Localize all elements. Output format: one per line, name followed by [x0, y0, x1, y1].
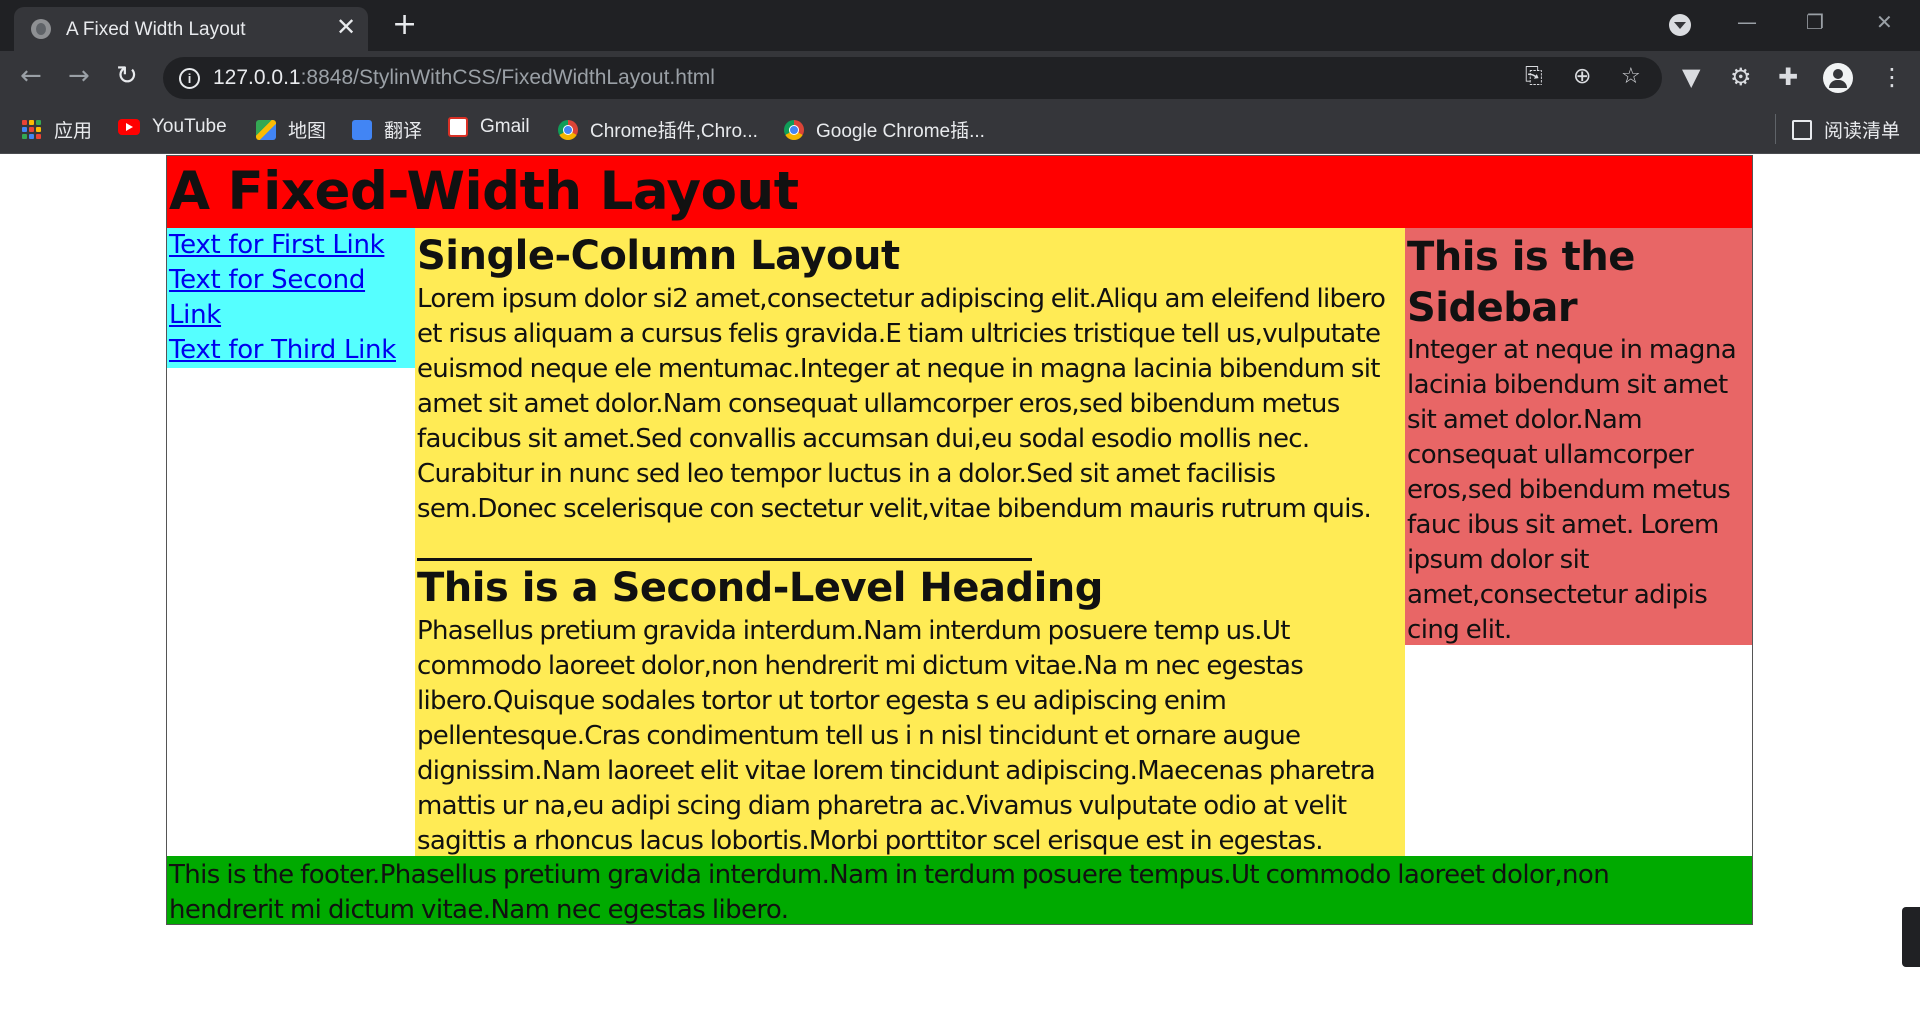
globe-icon: [31, 19, 51, 39]
main-content: Single-Column Layout Lorem ipsum dolor s…: [415, 228, 1405, 856]
bookmark-apps[interactable]: 应用: [22, 116, 92, 142]
tab-strip: A Fixed Width Layout ✕ + — ❐ ✕: [0, 0, 1920, 51]
vuetify-extension-icon[interactable]: ▼: [1682, 64, 1700, 90]
puzzle-extensions-icon[interactable]: ✚: [1778, 64, 1798, 90]
bookmark-chrome-plugins[interactable]: Chrome插件,Chro...: [558, 116, 758, 142]
sidebar: This is the Sidebar Integer at neque in …: [1405, 228, 1752, 645]
second-level-heading: This is a Second-Level Heading: [417, 565, 1103, 611]
nav-link-second[interactable]: Text for Second Link: [167, 263, 415, 333]
tab-title: A Fixed Width Layout: [66, 19, 246, 40]
gmail-icon: [448, 117, 468, 137]
bookmark-maps[interactable]: 地图: [256, 116, 326, 142]
site-info-icon[interactable]: i: [179, 68, 200, 89]
zoom-icon[interactable]: ⊕: [1573, 65, 1591, 89]
close-window-icon[interactable]: ✕: [1876, 12, 1893, 32]
apps-icon: [22, 119, 42, 140]
page-title: A Fixed-Width Layout: [169, 161, 799, 222]
kebab-menu-icon[interactable]: ⋮: [1880, 64, 1904, 90]
maps-icon: [256, 119, 276, 140]
tab-active[interactable]: A Fixed Width Layout ✕: [14, 7, 368, 51]
translate-icon: [352, 119, 372, 140]
nav-column: Text for First Link Text for Second Link…: [167, 228, 415, 368]
bookmark-star-icon[interactable]: ☆: [1621, 65, 1641, 89]
reading-list-button[interactable]: 阅读清单: [1792, 116, 1900, 143]
restore-icon[interactable]: ❐: [1806, 12, 1824, 32]
bookmark-google-chrome[interactable]: Google Chrome插...: [784, 116, 985, 142]
footer-text: This is the footer.Phasellus pretium gra…: [169, 860, 1610, 925]
browser-toolbar: ← → ↻ i 127.0.0.1:8848/StylinWithCSS/Fix…: [0, 51, 1920, 106]
bookmark-gmail[interactable]: Gmail: [448, 116, 530, 142]
close-tab-icon[interactable]: ✕: [336, 15, 356, 39]
youtube-icon: [118, 119, 140, 135]
content-heading: Single-Column Layout: [417, 233, 900, 279]
reading-list-icon: [1792, 119, 1812, 140]
page-wrapper: A Fixed-Width Layout Text for First Link…: [166, 155, 1753, 925]
chrome-icon: [784, 119, 804, 140]
translate-page-icon[interactable]: ⎘: [1525, 65, 1543, 89]
chrome-icon: [558, 119, 578, 140]
nav-link-first[interactable]: Text for First Link: [167, 228, 415, 263]
content-paragraph-2: Phasellus pretium gravida interdum.Nam i…: [417, 616, 1376, 856]
heading-divider: [417, 558, 1032, 561]
bookmark-youtube[interactable]: YouTube: [118, 116, 227, 142]
url-text[interactable]: 127.0.0.1:8848/StylinWithCSS/FixedWidthL…: [213, 66, 715, 90]
back-icon[interactable]: ←: [20, 63, 42, 89]
divider: [1775, 114, 1776, 144]
minimize-icon[interactable]: —: [1737, 12, 1757, 32]
bookmark-translate[interactable]: 翻译: [352, 116, 422, 142]
footer: This is the footer.Phasellus pretium gra…: [167, 856, 1752, 925]
forward-icon[interactable]: →: [68, 63, 90, 89]
address-bar[interactable]: i 127.0.0.1:8848/StylinWithCSS/FixedWidt…: [163, 57, 1662, 99]
content-paragraph-1: Lorem ipsum dolor si2 amet,consectetur a…: [417, 284, 1386, 524]
gear-extension-icon[interactable]: ⚙: [1730, 64, 1752, 90]
site-header: A Fixed-Width Layout: [167, 156, 1752, 228]
tab-search-icon[interactable]: [1669, 14, 1691, 36]
scrollbar-thumb[interactable]: [1902, 907, 1920, 967]
reload-icon[interactable]: ↻: [116, 63, 138, 89]
bookmarks-bar: 应用 YouTube 地图 翻译 Gmail Chrome插件,Chro... …: [0, 106, 1920, 154]
profile-avatar-icon[interactable]: [1823, 63, 1853, 93]
nav-link-third[interactable]: Text for Third Link: [167, 333, 415, 368]
new-tab-button[interactable]: +: [392, 10, 417, 40]
sidebar-text: Integer at neque in magna lacinia bibend…: [1407, 335, 1737, 645]
sidebar-heading: This is the Sidebar: [1407, 234, 1635, 331]
